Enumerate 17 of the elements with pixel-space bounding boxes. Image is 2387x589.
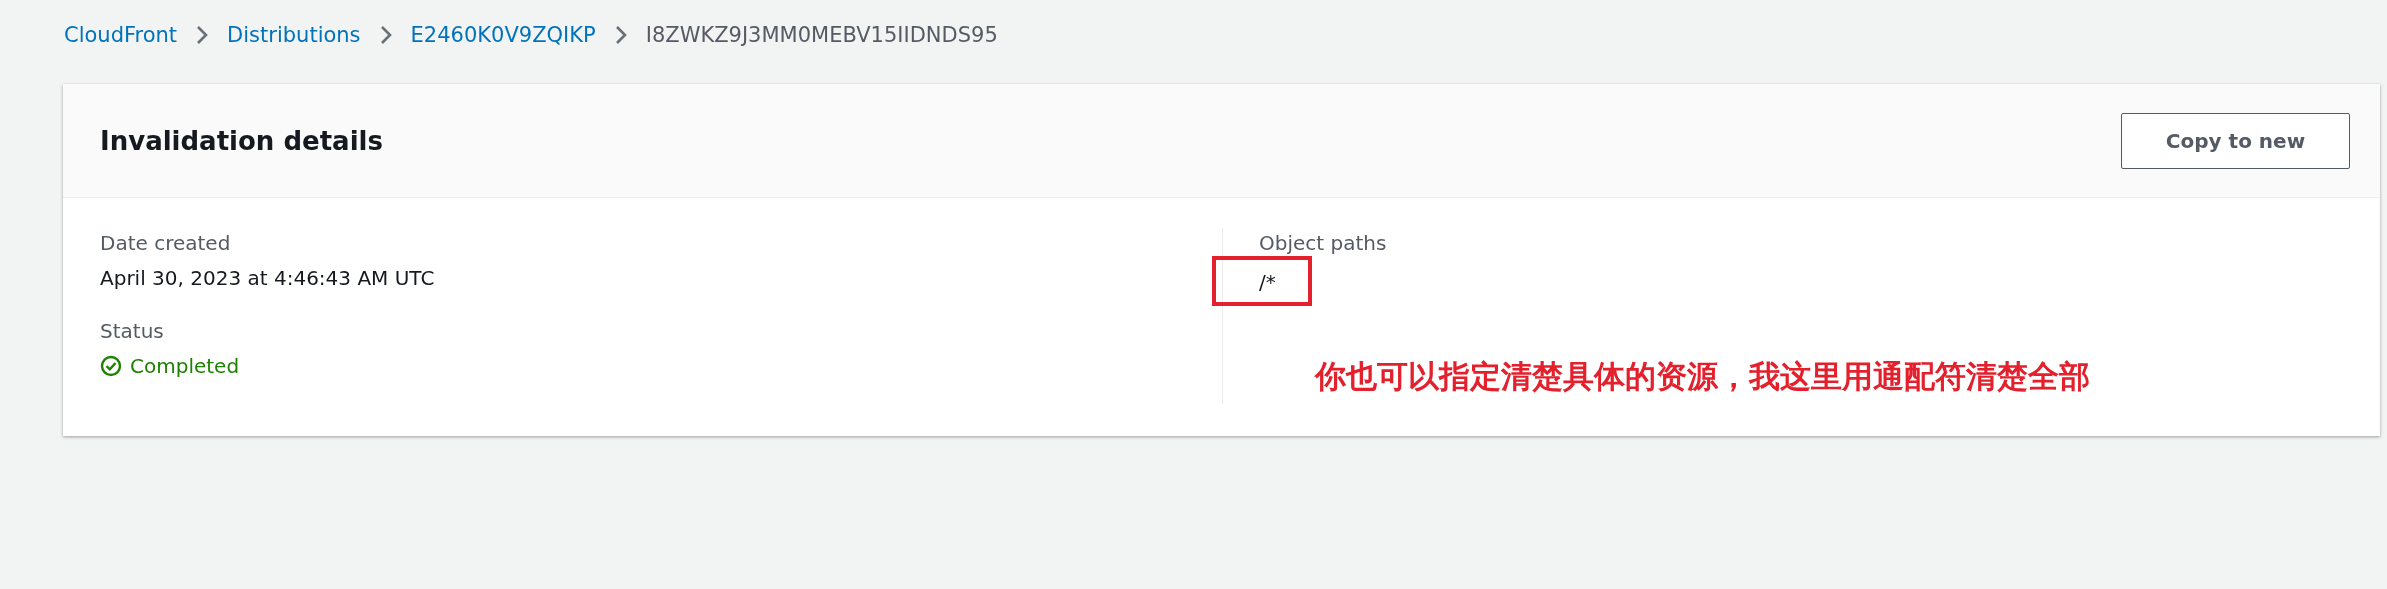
breadcrumb-link[interactable]: CloudFront	[64, 23, 178, 47]
chevron-right-icon	[613, 24, 628, 46]
breadcrumb-link[interactable]: E2460K0V9ZQIKP	[410, 23, 596, 47]
annotation-text: 你也可以指定清楚具体的资源，我这里用通配符清楚全部	[1315, 357, 2091, 396]
status-text: Completed	[130, 353, 240, 380]
breadcrumb-current: I8ZWKZ9J3MM0MEBV15IIDNDS95	[645, 23, 998, 47]
breadcrumb-link[interactable]: Distributions	[227, 23, 361, 47]
chevron-right-icon	[378, 24, 393, 46]
field-value: April 30, 2023 at 4:46:43 AM UTC	[100, 265, 436, 292]
check-circle-icon	[100, 355, 122, 377]
chevron-right-icon	[195, 24, 210, 46]
copy-to-new-button[interactable]: Copy to new	[2121, 112, 2350, 169]
field-label: Object paths	[1259, 230, 1388, 257]
panel-title: Invalidation details	[100, 125, 383, 156]
object-path: /*	[1259, 269, 1276, 296]
field-label: Status	[100, 318, 165, 345]
field-label: Date created	[100, 230, 232, 257]
